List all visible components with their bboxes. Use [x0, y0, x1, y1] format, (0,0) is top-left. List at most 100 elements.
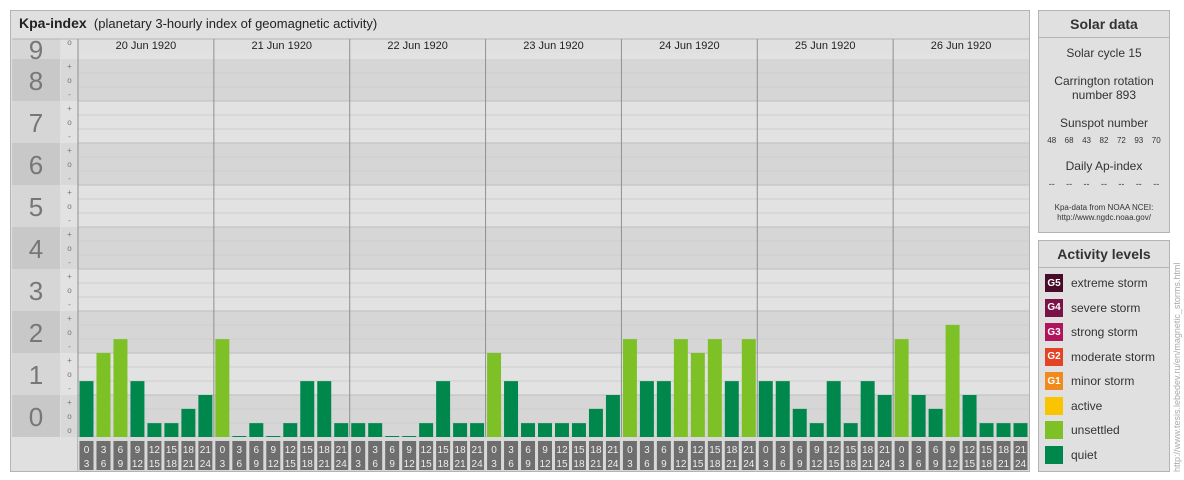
- minor-tick-label: o: [67, 202, 72, 211]
- interval-end-label: 3: [899, 459, 905, 470]
- day-label: 25 Jun 1920: [795, 40, 856, 52]
- interval-end-label: 6: [372, 459, 378, 470]
- interval-end-label: 21: [862, 459, 874, 470]
- kp-bar: [962, 395, 977, 437]
- plot-band: [78, 59, 1029, 101]
- carrington-line2: number 893: [1071, 88, 1137, 102]
- kp-bar: [521, 423, 536, 437]
- interval-end-label: 21: [319, 459, 331, 470]
- kp-bar: [79, 381, 94, 437]
- activity-level-badge: G5: [1045, 274, 1063, 292]
- interval-start-label: 18: [726, 445, 738, 456]
- interval-end-label: 15: [421, 459, 433, 470]
- carrington-line1: Carrington rotation: [1054, 74, 1154, 88]
- interval-start-label: 18: [183, 445, 195, 456]
- plot-band: [78, 185, 1029, 227]
- kp-bar: [792, 408, 807, 437]
- kp-bar: [571, 423, 586, 437]
- kp-bar: [911, 395, 926, 437]
- kp-bar: [996, 423, 1011, 437]
- minor-tick-label: +: [67, 398, 72, 407]
- interval-end-label: 3: [491, 459, 497, 470]
- minor-tick-label: -: [68, 342, 71, 351]
- ap-label: Daily Ap-index: [1065, 159, 1143, 173]
- minor-tick-label: o: [67, 370, 72, 379]
- interval-start-label: 18: [862, 445, 874, 456]
- interval-start-label: 15: [573, 445, 585, 456]
- interval-end-label: 9: [389, 459, 395, 470]
- solar-data-panel: Solar data Solar cycle 15 Carrington rot…: [1038, 10, 1170, 233]
- solar-data-title: Solar data: [1039, 11, 1169, 38]
- interval-end-label: 12: [539, 459, 551, 470]
- kp-bar: [96, 353, 111, 437]
- kp-bar: [385, 436, 400, 437]
- minor-tick-label: +: [67, 146, 72, 155]
- interval-end-label: 3: [763, 459, 769, 470]
- minor-tick-label: +: [67, 188, 72, 197]
- interval-start-label: 21: [472, 445, 484, 456]
- activity-level-badge: [1045, 445, 1063, 464]
- watermark: http://www.tesis.lebedev.ru/en/magnetic_…: [1172, 262, 1182, 472]
- minor-tick-label: o: [67, 118, 72, 127]
- interval-end-label: 18: [302, 459, 314, 470]
- interval-end-label: 18: [845, 459, 857, 470]
- sunspot-value: 72: [1116, 136, 1126, 145]
- sunspot-value: 82: [1099, 136, 1109, 145]
- kp-bar: [283, 423, 298, 437]
- day-label: 20 Jun 1920: [116, 40, 177, 52]
- sunspot-value: 93: [1134, 136, 1144, 145]
- interval-end-label: 12: [947, 459, 959, 470]
- solar-cycle: Solar cycle 15: [1066, 46, 1142, 60]
- minor-tick-label: -: [68, 258, 71, 267]
- interval-end-label: 24: [336, 459, 348, 470]
- kp-bar: [487, 353, 502, 437]
- kp-bar: [504, 381, 519, 437]
- interval-start-label: 12: [556, 445, 568, 456]
- interval-start-label: 0: [355, 445, 361, 456]
- interval-end-label: 6: [780, 459, 786, 470]
- kp-bar: [656, 381, 671, 437]
- kp-bar: [741, 339, 756, 437]
- interval-start-label: 15: [709, 445, 721, 456]
- interval-start-label: 21: [879, 445, 891, 456]
- activity-level-label: quiet: [1071, 447, 1098, 462]
- sunspot-value: 48: [1047, 136, 1057, 145]
- interval-end-label: 18: [166, 459, 178, 470]
- kp-bar: [113, 339, 128, 437]
- interval-start-label: 6: [389, 445, 395, 456]
- kpa-bar-chart: 0123456789oo+-o+-o+-o+-o+-o+-o+-o+-o+o 20…: [12, 35, 1029, 471]
- activity-level-item: unsettled: [1045, 421, 1120, 439]
- interval-end-label: 3: [84, 459, 90, 470]
- interval-end-label: 24: [200, 459, 212, 470]
- minor-tick-label: -: [68, 90, 71, 99]
- interval-start-label: 3: [372, 445, 378, 456]
- plot-band: [78, 227, 1029, 269]
- activity-level-badge: [1045, 396, 1063, 415]
- y-tick-label: 4: [29, 234, 43, 264]
- interval-start-label: 15: [845, 445, 857, 456]
- activity-level-badge: G3: [1045, 323, 1063, 341]
- interval-start-label: 6: [254, 445, 260, 456]
- activity-levels-title: Activity levels: [1039, 241, 1169, 268]
- minor-tick-label: +: [67, 230, 72, 239]
- kp-bar: [555, 423, 569, 437]
- activity-level-badge: G2: [1045, 347, 1063, 366]
- interval-end-label: 9: [661, 459, 667, 470]
- interval-end-label: 18: [709, 459, 721, 470]
- interval-start-label: 9: [271, 445, 277, 456]
- interval-end-label: 3: [220, 459, 226, 470]
- activity-level-label: extreme storm: [1071, 276, 1148, 290]
- interval-start-label: 0: [899, 445, 905, 456]
- y-tick-label: 1: [29, 360, 43, 390]
- kp-bar: [775, 381, 790, 437]
- interval-start-label: 3: [780, 445, 786, 456]
- minor-tick-label: +: [67, 272, 72, 281]
- interval-end-label: 21: [590, 459, 602, 470]
- interval-start-label: 0: [627, 445, 633, 456]
- kp-bar: [334, 423, 349, 437]
- kp-bar: [605, 395, 620, 437]
- minor-tick-label: -: [68, 300, 71, 309]
- kp-bar: [181, 408, 196, 437]
- interval-start-label: 12: [828, 445, 840, 456]
- plot-band: [78, 269, 1029, 311]
